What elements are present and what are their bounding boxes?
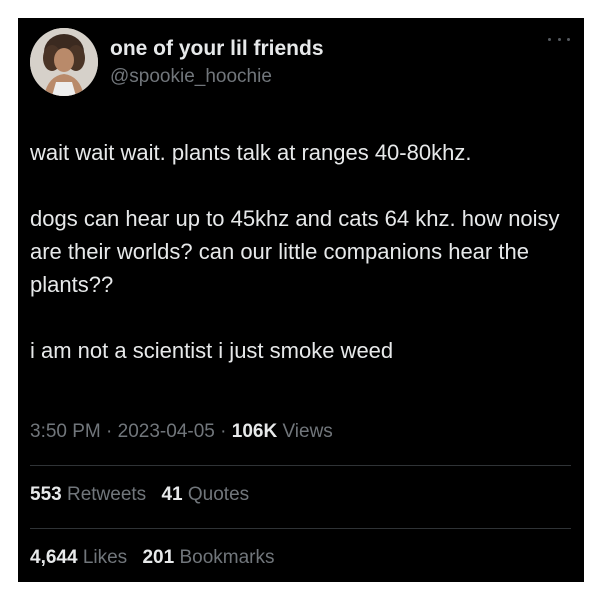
tweet-paragraph: dogs can hear up to 45khz and cats 64 kh…	[30, 206, 560, 297]
tweet-date[interactable]: 2023-04-05	[118, 421, 215, 442]
retweets-stat[interactable]: 553 Retweets	[30, 484, 146, 505]
views-count: 106K	[231, 421, 278, 442]
likes-label: Likes	[77, 547, 128, 568]
engagement-row-likes: 4,644 Likes 201 Bookmarks	[30, 547, 284, 569]
user-handle[interactable]: @spookie_hoochie	[110, 66, 272, 88]
bookmarks-count: 201	[142, 547, 175, 568]
dot-icon	[548, 37, 551, 41]
divider	[30, 528, 571, 529]
views-label: Views	[277, 421, 333, 442]
more-options-icon[interactable]	[548, 32, 570, 46]
retweets-label: Retweets	[61, 484, 147, 505]
meta-separator: ·	[214, 421, 232, 442]
avatar[interactable]	[30, 28, 98, 96]
quotes-stat[interactable]: 41 Quotes	[161, 484, 249, 505]
meta-separator: ·	[100, 421, 118, 442]
tweet-paragraph: i am not a scientist i just smoke weed	[30, 338, 394, 363]
tweet-body: wait wait wait. plants talk at ranges 40…	[30, 136, 575, 400]
display-name[interactable]: one of your lil friends	[110, 37, 324, 61]
bookmarks-stat[interactable]: 201 Bookmarks	[142, 547, 274, 568]
quotes-label: Quotes	[182, 484, 250, 505]
retweets-count: 553	[30, 484, 62, 505]
tweet-time[interactable]: 3:50 PM	[30, 421, 101, 442]
quotes-count: 41	[161, 484, 183, 505]
likes-count: 4,644	[30, 547, 78, 568]
divider	[30, 465, 571, 466]
dot-icon	[557, 37, 561, 41]
dot-icon	[567, 37, 570, 41]
tweet-meta: 3:50 PM · 2023-04-05 · 106K Views	[30, 421, 333, 443]
profile-photo-icon	[30, 28, 98, 96]
tweet-card: one of your lil friends @spookie_hoochie…	[18, 18, 584, 582]
engagement-row-shares: 553 Retweets 41 Quotes	[30, 484, 259, 506]
tweet-paragraph: wait wait wait. plants talk at ranges 40…	[30, 140, 472, 165]
likes-stat[interactable]: 4,644 Likes	[30, 547, 127, 568]
bookmarks-label: Bookmarks	[174, 547, 275, 568]
